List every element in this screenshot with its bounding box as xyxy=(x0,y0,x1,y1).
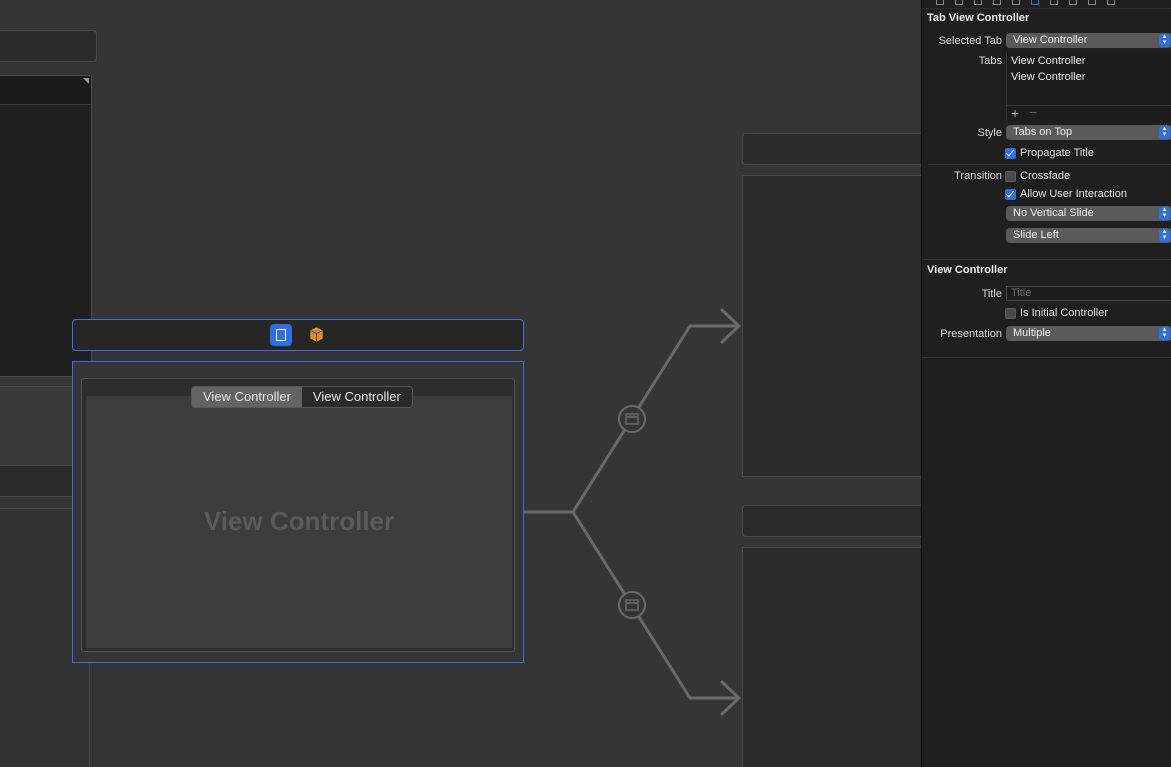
segue-line-bottom xyxy=(571,510,740,700)
section-title-view-controller: View Controller xyxy=(927,264,1008,276)
tab-content-view[interactable]: View Controller xyxy=(86,396,512,648)
up-down-chevron-icon: ▴ ▾ xyxy=(1159,206,1170,220)
is-initial-controller-checkbox[interactable] xyxy=(1005,308,1016,319)
size-inspector-icon[interactable] xyxy=(1012,0,1020,5)
up-down-chevron-icon: ▴ ▾ xyxy=(1159,125,1170,139)
view-controller-scene[interactable] xyxy=(742,547,921,767)
tab-view[interactable]: View Controller View Controller View Con… xyxy=(81,378,515,652)
section-divider xyxy=(922,259,1171,260)
up-down-chevron-icon: ▴ ▾ xyxy=(1159,228,1170,242)
is-initial-controller-label: Is Initial Controller xyxy=(1020,307,1109,319)
identity-inspector-icon[interactable] xyxy=(993,0,1001,5)
attributes-inspector-icon[interactable] xyxy=(1031,0,1039,5)
tab-item[interactable]: View Controller xyxy=(302,387,412,407)
presentation-label: Presentation xyxy=(940,328,1002,340)
relationship-segue-icon xyxy=(618,591,646,619)
tab-segmented-control[interactable]: View Controller View Controller xyxy=(191,386,413,408)
tab-item-selected[interactable]: View Controller xyxy=(192,387,302,407)
tabs-list-footer: + − xyxy=(1006,105,1171,122)
title-field[interactable]: Title xyxy=(1006,286,1171,301)
view-controller-scene[interactable] xyxy=(742,175,921,477)
style-label: Style xyxy=(977,127,1002,139)
tab-view-controller-scene[interactable]: View Controller View Controller View Con… xyxy=(72,361,524,663)
first-responder-cube-icon[interactable] xyxy=(308,326,324,342)
scene-dock-bar[interactable] xyxy=(742,505,921,537)
allow-user-interaction-checkbox[interactable] xyxy=(1005,189,1016,200)
crossfade-checkbox[interactable] xyxy=(1005,171,1016,182)
content-placeholder-label: View Controller xyxy=(203,506,395,536)
up-down-chevron-icon: ▴ ▾ xyxy=(1159,33,1170,47)
effects-inspector-icon[interactable] xyxy=(1088,0,1096,5)
transition-label: Transition xyxy=(954,170,1002,182)
help-inspector-icon[interactable] xyxy=(974,0,982,5)
connections-inspector-icon[interactable] xyxy=(1050,0,1058,5)
storyboard-canvas[interactable]: View Controller View Controller View Con… xyxy=(0,0,921,767)
horizontal-slide-popup[interactable]: Slide Left ▴ ▾ xyxy=(1006,228,1171,243)
tabs-label: Tabs xyxy=(978,55,1002,67)
presentation-value: Multiple xyxy=(1013,327,1051,339)
attributes-inspector: Tab View Controller Selected Tab View Co… xyxy=(921,0,1171,767)
inspector-tab-bar xyxy=(922,0,1171,9)
propagate-title-checkbox[interactable] xyxy=(1005,148,1016,159)
divider xyxy=(928,164,1171,165)
selected-tab-value: View Controller xyxy=(1013,34,1088,46)
history-inspector-icon[interactable] xyxy=(955,0,963,5)
scene-dock-bar[interactable] xyxy=(742,133,921,165)
selected-tab-popup[interactable]: View Controller ▴ ▾ xyxy=(1006,33,1171,48)
section-divider xyxy=(922,357,1171,358)
relationship-segue-icon xyxy=(618,405,646,433)
presentation-popup[interactable]: Multiple ▴ ▾ xyxy=(1006,326,1171,341)
add-tab-button[interactable]: + xyxy=(1011,106,1019,120)
scene-dock-bar-selected[interactable] xyxy=(72,319,524,351)
file-inspector-icon[interactable] xyxy=(936,0,944,5)
remove-tab-button[interactable]: − xyxy=(1029,105,1037,119)
style-value: Tabs on Top xyxy=(1013,126,1073,138)
vertical-slide-value: No Vertical Slide xyxy=(1013,207,1094,219)
horizontal-slide-value: Slide Left xyxy=(1013,229,1059,241)
tabs-list-item[interactable]: View Controller xyxy=(1011,55,1085,67)
style-popup[interactable]: Tabs on Top ▴ ▾ xyxy=(1006,125,1171,140)
bindings-inspector-icon[interactable] xyxy=(1069,0,1077,5)
title-label: Title xyxy=(981,288,1002,300)
section-title-tab-view-controller: Tab View Controller xyxy=(927,12,1030,24)
up-down-chevron-icon: ▴ ▾ xyxy=(1159,326,1170,340)
tabs-list-item[interactable]: View Controller xyxy=(1011,71,1085,83)
view-controller-icon[interactable] xyxy=(270,324,292,346)
propagate-title-label: Propagate Title xyxy=(1020,147,1094,159)
crossfade-label: Crossfade xyxy=(1020,170,1071,182)
inspector-icon[interactable] xyxy=(1107,0,1115,5)
vertical-slide-popup[interactable]: No Vertical Slide ▴ ▾ xyxy=(1006,206,1171,221)
selected-tab-label: Selected Tab xyxy=(938,35,1002,47)
allow-user-interaction-label: Allow User Interaction xyxy=(1020,188,1127,200)
